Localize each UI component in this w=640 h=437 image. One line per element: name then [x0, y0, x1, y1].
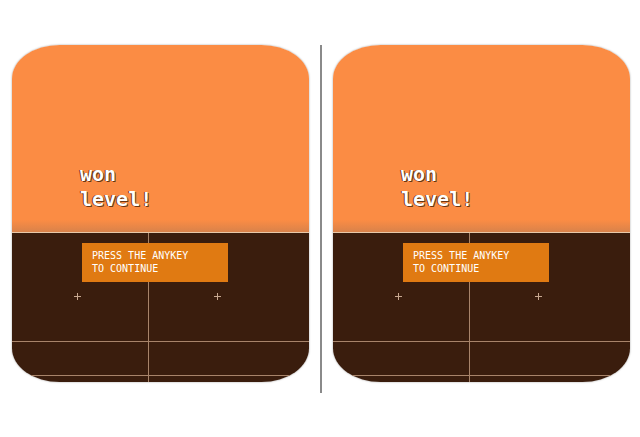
- sky: wonlevel!: [12, 45, 309, 232]
- floor: PRESS THE ANYKEYTO CONTINUE: [12, 232, 309, 382]
- floor: PRESS THE ANYKEYTO CONTINUE: [333, 232, 630, 382]
- horizon: [333, 220, 630, 232]
- eye-view: wonlevel! PRESS THE ANYKEYTO CONTINUE: [12, 45, 309, 382]
- title-line: won: [401, 162, 630, 187]
- title-line: level!: [80, 187, 309, 212]
- horizon: [12, 220, 309, 232]
- grid-line: [12, 375, 309, 376]
- win-title: wonlevel!: [333, 162, 630, 220]
- eye-divider: [320, 45, 322, 393]
- grid-line: [333, 375, 630, 376]
- title-line: won: [80, 162, 309, 187]
- crosshair-icon: [214, 293, 221, 300]
- prompt-line: PRESS THE ANYKEY: [413, 249, 545, 262]
- continue-prompt[interactable]: PRESS THE ANYKEYTO CONTINUE: [82, 243, 228, 282]
- crosshair-icon: [395, 293, 402, 300]
- crosshair-icon: [535, 293, 542, 300]
- win-title: wonlevel!: [12, 162, 309, 220]
- prompt-line: TO CONTINUE: [92, 262, 224, 275]
- crosshair-icon: [74, 293, 81, 300]
- grid-line: [333, 341, 630, 342]
- title-line: level!: [401, 187, 630, 212]
- sky: wonlevel!: [333, 45, 630, 232]
- grid-line: [12, 341, 309, 342]
- eye-view: wonlevel! PRESS THE ANYKEYTO CONTINUE: [333, 45, 630, 382]
- continue-prompt[interactable]: PRESS THE ANYKEYTO CONTINUE: [403, 243, 549, 282]
- prompt-line: TO CONTINUE: [413, 262, 545, 275]
- vr-screen: wonlevel! PRESS THE ANYKEYTO CONTINUE wo…: [0, 0, 640, 437]
- prompt-line: PRESS THE ANYKEY: [92, 249, 224, 262]
